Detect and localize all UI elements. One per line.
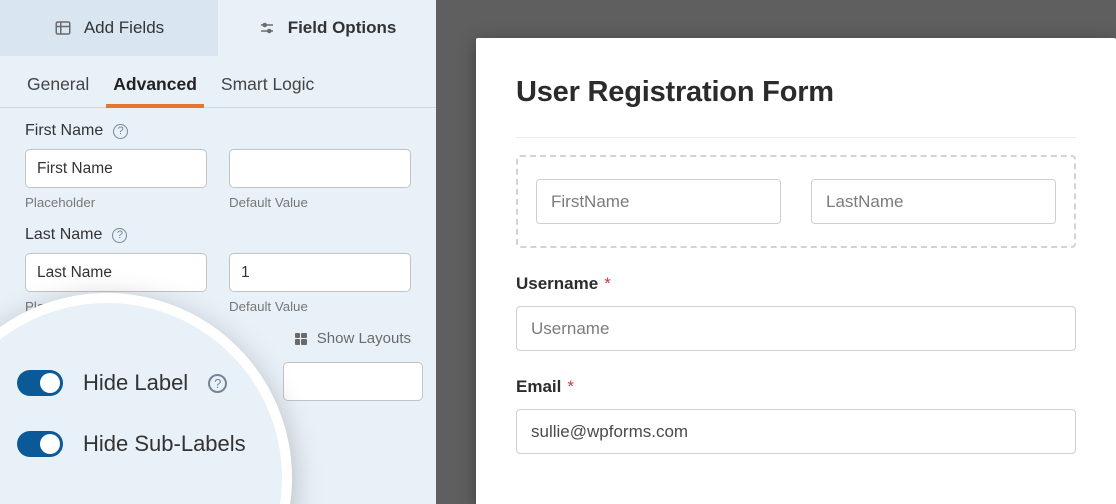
show-layouts-label: Show Layouts — [317, 330, 411, 347]
firstname-input[interactable] — [536, 179, 781, 224]
help-icon[interactable]: ? — [112, 228, 127, 243]
username-field: Username * — [516, 274, 1076, 351]
hide-sublabels-text: Hide Sub-Labels — [83, 431, 246, 457]
last-name-default-input[interactable] — [229, 253, 411, 292]
last-name-placeholder-input[interactable] — [25, 253, 207, 292]
hide-label-text: Hide Label — [83, 370, 188, 396]
preview-wrap: User Registration Form Username * — [436, 0, 1116, 504]
first-name-default-input[interactable] — [229, 149, 411, 188]
username-input[interactable] — [516, 306, 1076, 351]
tab-field-options-label: Field Options — [288, 18, 397, 38]
default-value-sublabel: Default Value — [229, 195, 411, 210]
tab-add-fields-label: Add Fields — [84, 18, 164, 38]
show-layouts-link[interactable]: Show Layouts — [295, 330, 411, 347]
last-name-label: Last Name — [25, 226, 102, 244]
first-name-placeholder-input[interactable] — [25, 149, 207, 188]
extra-input[interactable] — [283, 362, 423, 401]
email-label: Email — [516, 377, 561, 397]
tab-field-options[interactable]: Field Options — [218, 0, 436, 56]
required-marker: * — [567, 377, 574, 397]
add-fields-icon — [54, 19, 72, 37]
divider — [516, 137, 1076, 138]
hide-label-toggle-row: Hide Label ? — [17, 370, 292, 396]
field-options-sidebar: Add Fields Field Options General Advance… — [0, 0, 436, 504]
subtab-advanced[interactable]: Advanced — [111, 74, 199, 107]
name-field-row[interactable] — [516, 155, 1076, 248]
first-name-label: First Name — [25, 122, 103, 140]
subtab-smart-logic[interactable]: Smart Logic — [219, 74, 316, 107]
firstname-field — [536, 179, 781, 224]
tab-add-fields[interactable]: Add Fields — [0, 0, 218, 56]
top-tabs: Add Fields Field Options — [0, 0, 436, 56]
subtab-general[interactable]: General — [25, 74, 91, 107]
hide-sublabels-toggle[interactable] — [17, 431, 63, 457]
last-name-label-row: Last Name ? — [25, 226, 411, 244]
lastname-input[interactable] — [811, 179, 1056, 224]
help-icon[interactable]: ? — [113, 124, 128, 139]
lastname-field — [811, 179, 1056, 224]
hide-sublabels-toggle-row: Hide Sub-Labels — [17, 431, 292, 457]
email-field: Email * — [516, 377, 1076, 454]
help-icon[interactable]: ? — [208, 374, 227, 393]
email-input[interactable] — [516, 409, 1076, 454]
placeholder-sublabel: Placeholder — [25, 195, 207, 210]
required-marker: * — [604, 274, 611, 294]
layouts-icon — [295, 333, 307, 345]
username-label: Username — [516, 274, 598, 294]
form-preview: User Registration Form Username * — [476, 38, 1116, 504]
first-name-group: First Name ? Placeholder Default Value — [0, 108, 436, 212]
sub-tabs: General Advanced Smart Logic — [0, 56, 436, 108]
hide-label-toggle[interactable] — [17, 370, 63, 396]
first-name-label-row: First Name ? — [25, 122, 411, 140]
form-title: User Registration Form — [516, 76, 1076, 109]
default-value-sublabel: Default Value — [229, 299, 411, 314]
field-options-icon — [258, 19, 276, 37]
